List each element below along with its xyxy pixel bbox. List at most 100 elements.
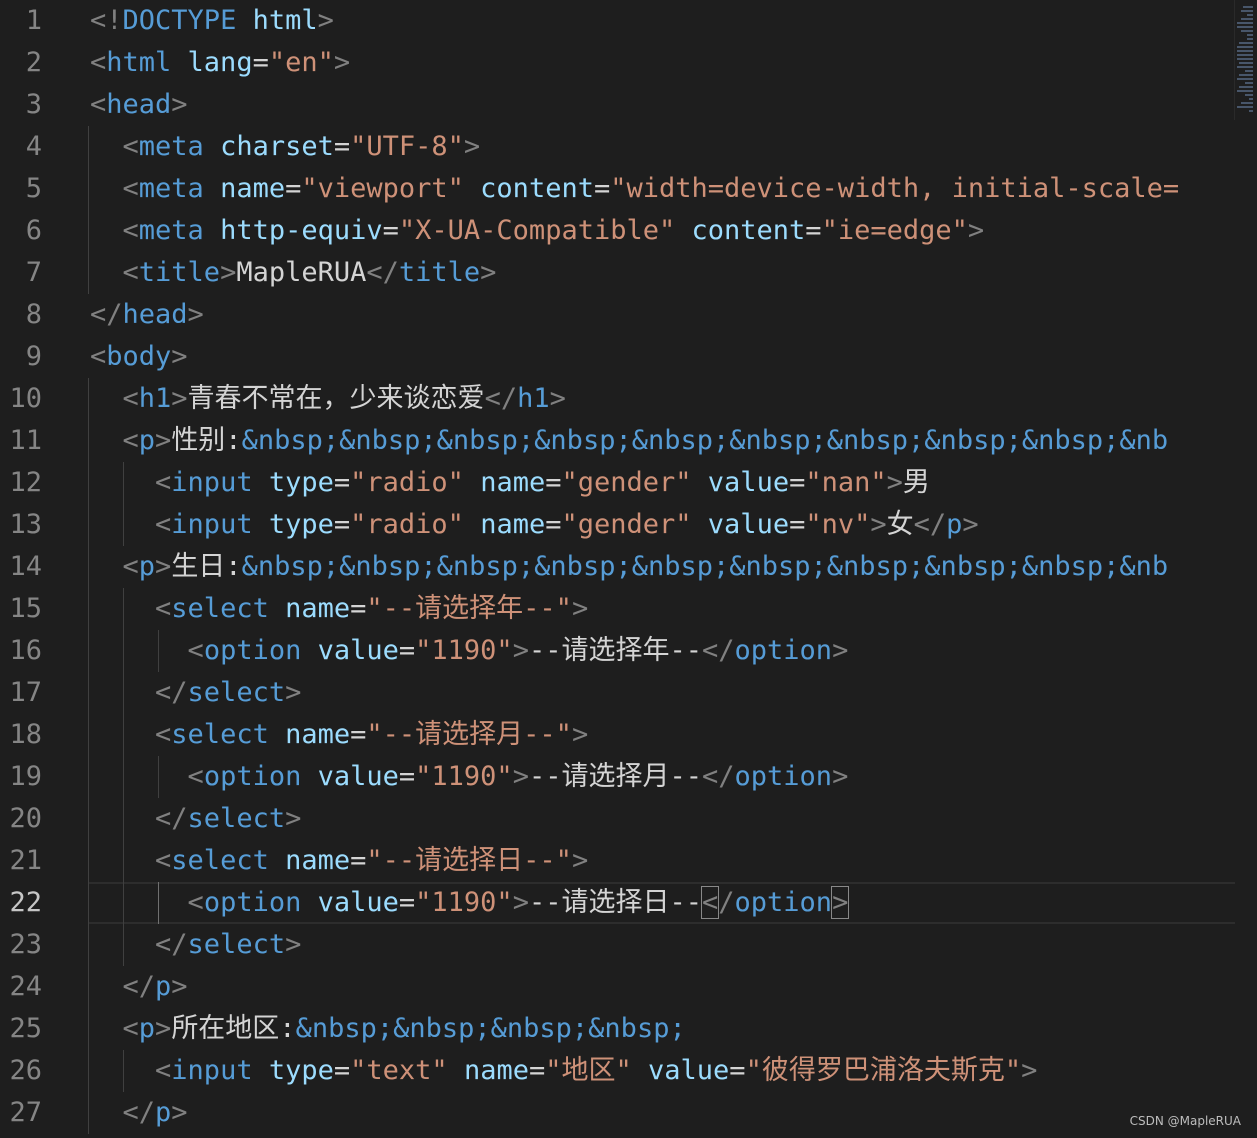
code-line[interactable]: 16 <option value="1190">--请选择年--</option… (0, 630, 1235, 672)
token-punc: </ (155, 803, 188, 834)
code-text[interactable]: <title>MapleRUA</title> (90, 252, 1235, 294)
code-line[interactable]: 8 </head> (0, 294, 1235, 336)
code-text[interactable]: <input type="radio" name="gender" value=… (90, 462, 1235, 504)
line-number: 26 (9, 1055, 42, 1086)
minimap-line (1237, 54, 1253, 56)
code-text[interactable]: <meta http-equiv="X-UA-Compatible" conte… (90, 210, 1235, 252)
token-str: "text" (350, 1055, 464, 1086)
token-str: "1190" (415, 887, 513, 918)
code-text[interactable]: <h1>青春不常在，少来谈恋爱</h1> (90, 378, 1235, 420)
code-line[interactable]: 19 <option value="1190">--请选择月--</option… (0, 756, 1235, 798)
token-txt: = (252, 47, 269, 78)
code-text[interactable]: <meta name="viewport" content="width=dev… (90, 168, 1235, 210)
minimap-line (1245, 94, 1253, 96)
code-line[interactable]: 7 <title>MapleRUA</title> (0, 252, 1235, 294)
code-line[interactable]: 27 </p> (0, 1092, 1235, 1134)
code-text[interactable]: <meta charset="UTF-8"> (90, 126, 1235, 168)
token-txt: = (398, 761, 416, 792)
code-line[interactable]: 24 </p> (0, 966, 1235, 1008)
token-tag: head (106, 89, 172, 120)
code-text[interactable]: <p>生日:&nbsp;&nbsp;&nbsp;&nbsp;&nbsp;&nbs… (90, 546, 1235, 588)
token-punc: </ (90, 299, 123, 330)
code-text[interactable]: <select name="--请选择月--"> (90, 714, 1235, 756)
code-line[interactable]: 10 <h1>青春不常在，少来谈恋爱</h1> (0, 378, 1235, 420)
token-punc: < (122, 383, 139, 414)
token-txt: = (398, 635, 416, 666)
code-line[interactable]: 11 <p>性别:&nbsp;&nbsp;&nbsp;&nbsp;&nbsp;&… (0, 420, 1235, 462)
code-text[interactable]: <select name="--请选择年--"> (90, 588, 1235, 630)
token-punc: < (155, 845, 172, 876)
indent-guide (88, 630, 89, 672)
code-line[interactable]: 5 <meta name="viewport" content="width=d… (0, 168, 1235, 210)
token-tag: head (122, 299, 188, 330)
token-tag: html (106, 47, 188, 78)
matched-bracket: > (831, 886, 850, 919)
code-text[interactable]: <input type="radio" name="gender" value=… (90, 504, 1235, 546)
code-text[interactable]: <option value="1190">--请选择年--</option> (90, 630, 1235, 672)
token-str: "X-UA-Compatible" (398, 215, 692, 246)
code-line[interactable]: 18 <select name="--请选择月--"> (0, 714, 1235, 756)
code-editor[interactable]: 1 <!DOCTYPE html> 2 <html lang="en"> 3 <head>… (0, 0, 1235, 1138)
code-line[interactable]: 2 <html lang="en"> (0, 42, 1235, 84)
code-text[interactable]: <body> (90, 336, 1235, 378)
token-str: "gender" (561, 509, 708, 540)
token-txt: 男 (902, 467, 930, 498)
code-text[interactable]: </p> (90, 966, 1235, 1008)
code-line[interactable]: 15 <select name="--请选择年--"> (0, 588, 1235, 630)
minimap[interactable] (1234, 0, 1257, 120)
code-line[interactable]: 21 <select name="--请选择日--"> (0, 840, 1235, 882)
minimap-line (1247, 34, 1253, 36)
minimap-line (1247, 14, 1253, 16)
token-txt: --请选择年-- (528, 635, 702, 666)
token-txt: = (333, 509, 351, 540)
code-line[interactable]: 6 <meta http-equiv="X-UA-Compatible" con… (0, 210, 1235, 252)
code-line[interactable]: 13 <input type="radio" name="gender" val… (0, 504, 1235, 546)
token-punc: < (90, 5, 107, 36)
code-text[interactable]: <p>性别:&nbsp;&nbsp;&nbsp;&nbsp;&nbsp;&nbs… (90, 420, 1235, 462)
code-line[interactable]: 14 <p>生日:&nbsp;&nbsp;&nbsp;&nbsp;&nbsp;&… (0, 546, 1235, 588)
code-text[interactable]: <!DOCTYPE html> (90, 0, 1235, 42)
code-line[interactable]: 4 <meta charset="UTF-8"> (0, 126, 1235, 168)
code-text[interactable]: <option value="1190">--请选择日--</option> (90, 882, 1235, 924)
code-line[interactable]: 23 </select> (0, 924, 1235, 966)
code-line[interactable]: 22 <option value="1190">--请选择日--</option… (0, 882, 1235, 924)
token-txt: = (593, 173, 611, 204)
code-line[interactable]: 3 <head> (0, 84, 1235, 126)
token-punc: > (171, 89, 188, 120)
code-line[interactable]: 20 </select> (0, 798, 1235, 840)
token-attr: http-equiv (220, 215, 383, 246)
code-line[interactable]: 1 <!DOCTYPE html> (0, 0, 1235, 42)
code-line[interactable]: 25 <p>所在地区:&nbsp;&nbsp;&nbsp;&nbsp; (0, 1008, 1235, 1050)
token-tag: option (203, 887, 318, 918)
code-line[interactable]: 26 <input type="text" name="地区" value="彼… (0, 1050, 1235, 1092)
token-punc: < (155, 593, 172, 624)
token-txt: 生日: (171, 551, 242, 582)
code-text[interactable]: </select> (90, 672, 1235, 714)
code-text[interactable]: </select> (90, 924, 1235, 966)
token-punc: </ (155, 677, 188, 708)
code-line[interactable]: 17 </select> (0, 672, 1235, 714)
code-text[interactable]: <input type="text" name="地区" value="彼得罗巴… (90, 1050, 1235, 1092)
code-text[interactable]: <select name="--请选择日--"> (90, 840, 1235, 882)
token-txt: = (528, 1055, 546, 1086)
code-text[interactable]: <p>所在地区:&nbsp;&nbsp;&nbsp;&nbsp; (90, 1008, 1235, 1050)
token-punc: > (317, 5, 334, 36)
code-text[interactable]: </head> (90, 294, 1235, 336)
code-line[interactable]: 9 <body> (0, 336, 1235, 378)
code-text[interactable]: <option value="1190">--请选择月--</option> (90, 756, 1235, 798)
code-text[interactable]: <head> (90, 84, 1235, 126)
token-punc: > (285, 803, 302, 834)
code-text[interactable]: <html lang="en"> (90, 42, 1235, 84)
minimap-line (1239, 62, 1253, 64)
code-line[interactable]: 12 <input type="radio" name="gender" val… (0, 462, 1235, 504)
token-tag: select (187, 803, 286, 834)
token-tag: DOCTYPE (122, 5, 253, 36)
code-text[interactable]: </p> (90, 1092, 1235, 1134)
token-punc: > (571, 719, 589, 750)
line-number: 13 (9, 509, 42, 540)
code-text[interactable]: </select> (90, 798, 1235, 840)
token-txt: = (729, 1055, 746, 1086)
token-punc: > (187, 299, 204, 330)
token-tag: p (138, 1013, 156, 1044)
